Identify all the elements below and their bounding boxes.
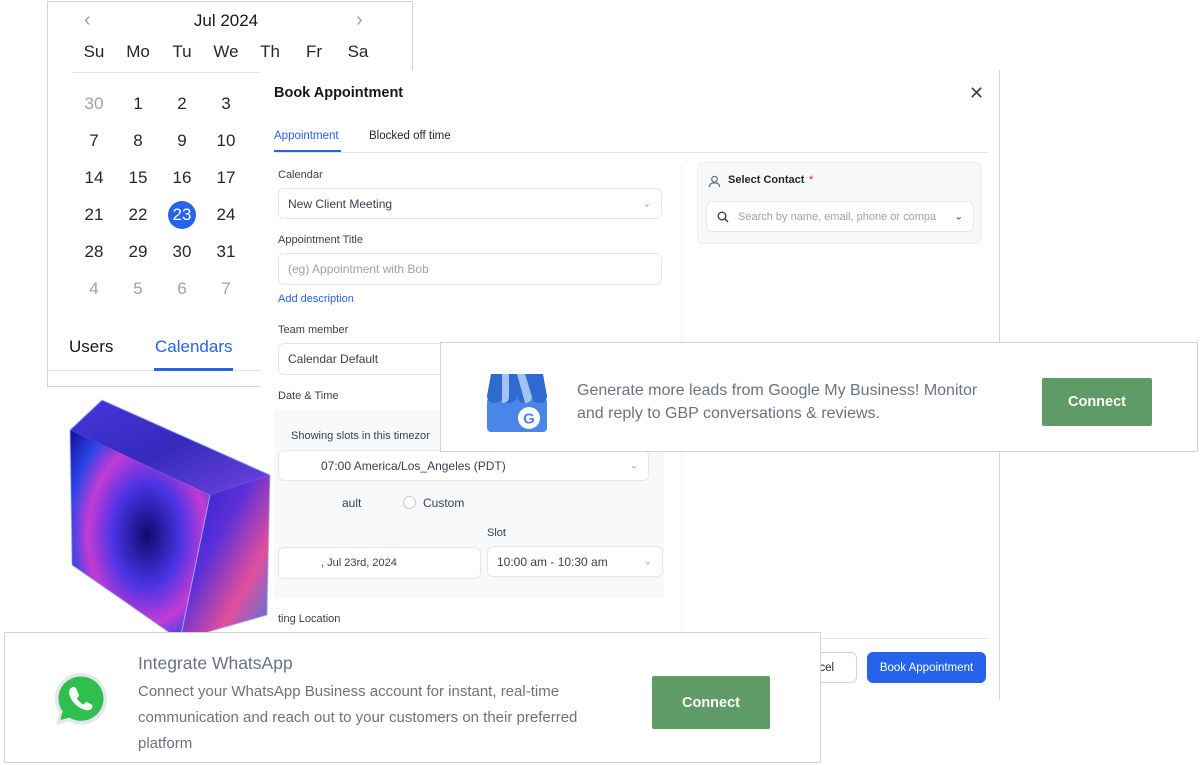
weekday-row: Su Mo Tu We Th Fr Sa	[72, 42, 404, 68]
calendar-field-label: Calendar	[278, 169, 323, 181]
calendar-day[interactable]: 24	[204, 201, 248, 229]
gbp-banner-text: Generate more leads from Google My Busin…	[577, 382, 978, 422]
meeting-location-label: ting Location	[278, 613, 341, 625]
calendar-day[interactable]: 6	[160, 275, 204, 303]
calendar-day[interactable]: 1	[116, 90, 160, 118]
calendar-day[interactable]: 30	[160, 238, 204, 266]
modal-tabs: Appointment Blocked off time	[274, 128, 988, 153]
google-business-icon: G	[487, 374, 547, 432]
whatsapp-icon	[55, 673, 107, 725]
radio-default-label: ault	[342, 496, 362, 510]
weekday-label: We	[213, 42, 239, 61]
calendar-day[interactable]: 3	[204, 90, 248, 118]
timezone-value: 07:00 America/Los_Angeles (PDT)	[321, 458, 506, 473]
date-time-label: Date & Time	[278, 390, 339, 402]
calendar-select-value: New Client Meeting	[288, 196, 393, 211]
chevron-right-icon[interactable]: ›	[356, 10, 363, 30]
chevron-down-icon: ⌄	[954, 211, 963, 222]
date-value: , Jul 23rd, 2024	[321, 557, 397, 569]
calendar-day[interactable]: 15	[116, 164, 160, 192]
weekday-label: Sa	[347, 42, 369, 61]
user-icon	[708, 175, 721, 188]
calendar-day[interactable]: 21	[72, 201, 116, 229]
calendar-day[interactable]: 17	[204, 164, 248, 192]
active-tab-indicator	[154, 368, 233, 371]
whatsapp-banner-title: Integrate WhatsApp	[138, 653, 293, 673]
calendar-day[interactable]: 4	[72, 275, 116, 303]
gbp-connect-button[interactable]: Connect	[1042, 378, 1152, 426]
calendar-day[interactable]: 14	[72, 164, 116, 192]
whatsapp-integration-banner: Integrate WhatsApp Connect your WhatsApp…	[4, 632, 821, 763]
calendar-day[interactable]: 22	[116, 201, 160, 229]
calendar-day[interactable]: 7	[204, 275, 248, 303]
select-contact-label: Select Contact	[728, 174, 805, 186]
weekday-label: Th	[260, 42, 280, 61]
slot-value: 10:00 am - 10:30 am	[497, 554, 608, 569]
slot-label: Slot	[487, 527, 506, 539]
slot-select[interactable]: 10:00 am - 10:30 am ⌄	[487, 546, 663, 577]
google-g-letter: G	[523, 411, 535, 428]
calendar-day[interactable]: 7	[72, 127, 116, 155]
chevron-down-icon: ⌄	[643, 556, 652, 567]
weekday-label: Mo	[126, 42, 150, 61]
contact-search-placeholder: Search by name, email, phone or compa	[738, 210, 937, 223]
whatsapp-connect-button[interactable]: Connect	[652, 676, 770, 729]
calendar-day[interactable]: 8	[116, 127, 160, 155]
team-member-label: Team member	[278, 324, 349, 336]
calendar-day[interactable]: 31	[204, 238, 248, 266]
appointment-title-label: Appointment Title	[278, 234, 363, 246]
weekday-label: Su	[83, 42, 105, 61]
whatsapp-banner-description: Connect your WhatsApp Business account f…	[138, 683, 578, 752]
contact-search-input[interactable]: Search by name, email, phone or compa ⌄	[706, 201, 974, 232]
calendar-day[interactable]: 28	[72, 238, 116, 266]
calendar-day[interactable]: 2	[160, 90, 204, 118]
add-description-link[interactable]: Add description	[278, 293, 354, 305]
chevron-down-icon: ⌄	[642, 198, 651, 209]
date-input[interactable]: , Jul 23rd, 2024	[278, 547, 481, 579]
tab-calendars[interactable]: Calendars	[155, 337, 233, 357]
calendar-day[interactable]: 30	[72, 90, 116, 118]
weekday-label: Tu	[172, 42, 192, 61]
chevron-down-icon: ⌄	[629, 460, 638, 471]
appointment-title-input[interactable]: (eg) Appointment with Bob	[278, 253, 662, 285]
decorative-glass-cube	[69, 399, 271, 640]
close-icon[interactable]: ✕	[969, 83, 984, 104]
gbp-integration-banner: G Generate more leads from Google My Bus…	[440, 342, 1198, 452]
weekday-label: Fr	[305, 42, 323, 61]
calendar-month-label: Jul 2024	[193, 11, 259, 30]
select-contact-panel: Select Contact * Search by name, email, …	[697, 162, 982, 244]
search-icon	[717, 211, 729, 223]
tab-appointment[interactable]: Appointment	[274, 130, 339, 142]
timezone-select[interactable]: 07:00 America/Los_Angeles (PDT) ⌄	[278, 450, 649, 481]
timezone-label: Showing slots in this timezor	[291, 430, 430, 442]
calendar-day[interactable]: 29	[116, 238, 160, 266]
team-member-value: Calendar Default	[288, 352, 379, 366]
book-appointment-button[interactable]: Book Appointment	[867, 652, 986, 683]
calendar-day[interactable]: 10	[204, 127, 248, 155]
tab-users[interactable]: Users	[69, 337, 113, 357]
calendar-select[interactable]: New Client Meeting ⌄	[278, 188, 662, 219]
active-tab-indicator	[274, 150, 341, 152]
required-marker: *	[809, 174, 814, 186]
calendar-day[interactable]: 9	[160, 127, 204, 155]
tab-blocked-off-time[interactable]: Blocked off time	[369, 130, 451, 142]
radio-custom[interactable]	[403, 496, 416, 509]
modal-title: Book Appointment	[274, 85, 404, 101]
radio-custom-label: Custom	[423, 496, 465, 510]
appointment-title-placeholder: (eg) Appointment with Bob	[288, 262, 429, 276]
calendar-day[interactable]: 16	[160, 164, 204, 192]
calendar-day[interactable]: 5	[116, 275, 160, 303]
calendar-day-selected[interactable]: 23	[168, 200, 196, 229]
calendar-header: ‹ Jul 2024 ›	[48, 10, 414, 31]
